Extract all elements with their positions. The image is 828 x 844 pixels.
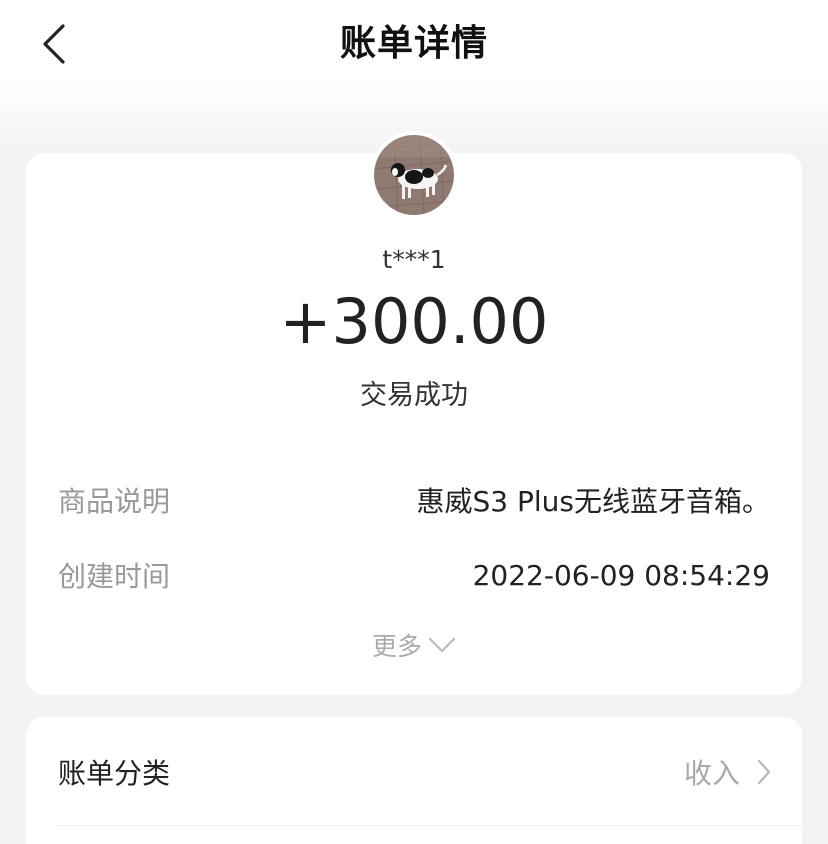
bill-category-value-group: 收入 — [684, 752, 772, 792]
created-time-label: 创建时间 — [58, 560, 171, 593]
bill-category-value: 收入 — [683, 757, 740, 790]
goods-description-label: 商品说明 — [58, 485, 171, 518]
payer-name: t***1 — [382, 245, 446, 274]
chevron-right-icon — [757, 759, 771, 785]
navigation-bar: 账单详情 — [0, 0, 828, 88]
more-toggle[interactable]: 更多 — [26, 627, 802, 663]
page-title: 账单详情 — [339, 23, 488, 64]
payer-avatar-frame — [370, 131, 458, 219]
divider — [58, 825, 802, 826]
dog-photo — [374, 135, 454, 215]
created-time-value: 2022-06-09 08:54:29 — [472, 558, 770, 592]
transaction-card: t***1 +300.00 交易成功 商品说明 惠威S3 Plus无线蓝牙音箱。… — [26, 153, 802, 695]
goods-description-row: 商品说明 惠威S3 Plus无线蓝牙音箱。 — [58, 480, 770, 520]
transaction-amount: +300.00 — [279, 285, 549, 358]
bill-category-row[interactable]: 账单分类 收入 — [58, 747, 772, 797]
goods-description-value: 惠威S3 Plus无线蓝牙音箱。 — [416, 485, 771, 518]
avatar[interactable] — [374, 135, 454, 215]
more-label: 更多 — [371, 632, 422, 661]
bill-category-card: 账单分类 收入 — [26, 717, 802, 844]
chevron-down-icon — [428, 637, 456, 653]
bill-category-label: 账单分类 — [58, 757, 171, 790]
created-time-row: 创建时间 2022-06-09 08:54:29 — [58, 555, 770, 595]
transaction-status: 交易成功 — [360, 380, 468, 411]
